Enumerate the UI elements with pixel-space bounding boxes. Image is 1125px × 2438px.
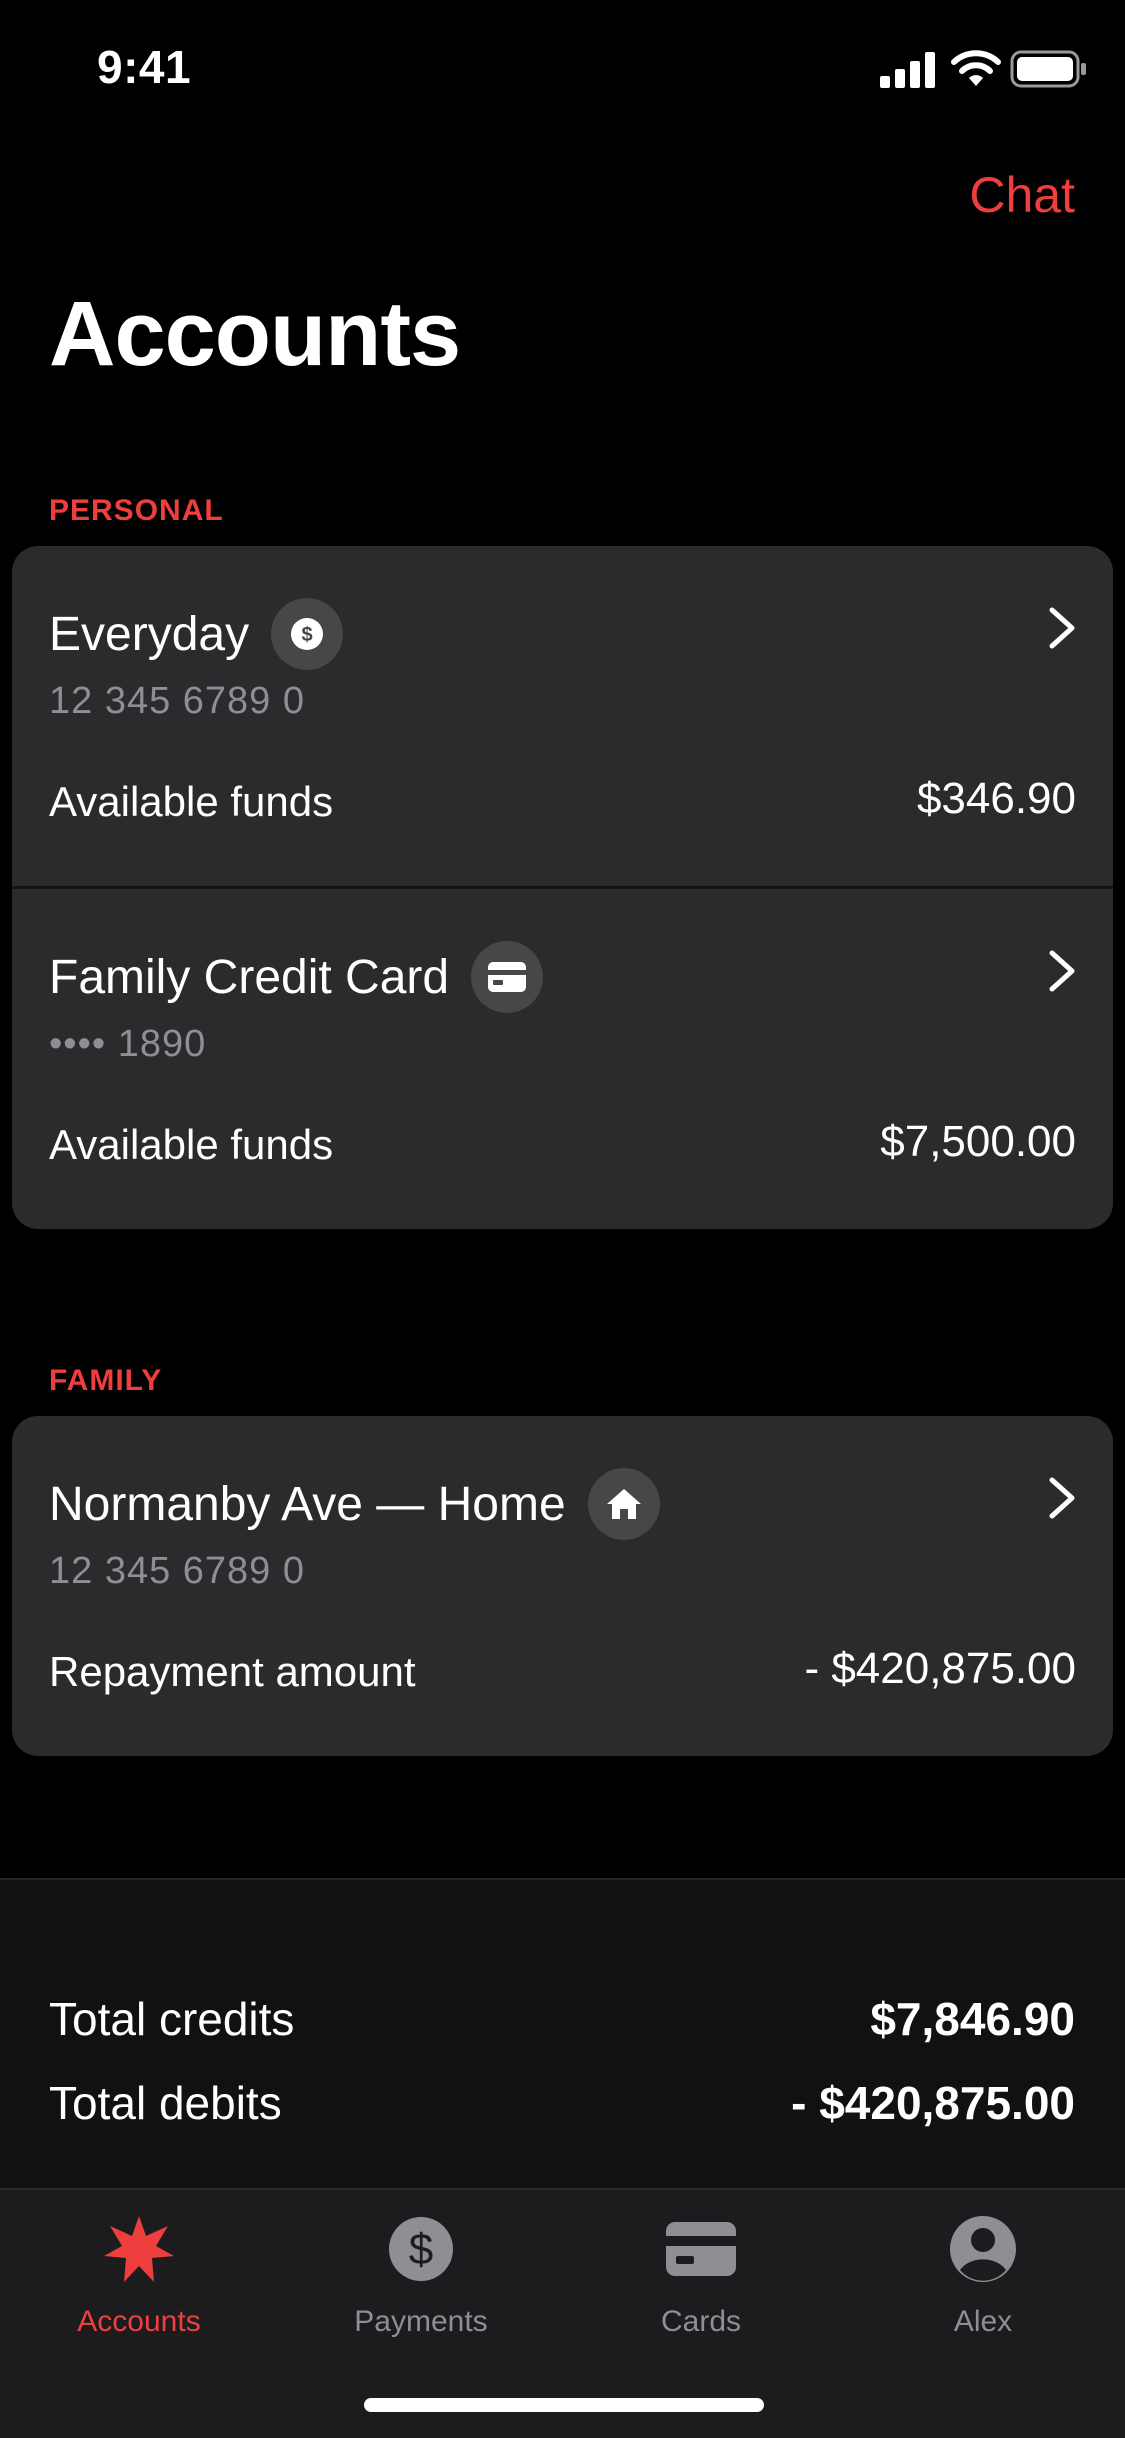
chevron-right-icon <box>1049 1477 1075 1519</box>
tab-profile[interactable]: Alex <box>873 2212 1093 2339</box>
total-credits-value: $7,846.90 <box>870 1993 1075 2045</box>
total-debits-row: Total debits - $420,875.00 <box>49 2076 1075 2130</box>
star-logo-icon <box>104 2216 174 2282</box>
funds-amount: $346.90 <box>916 774 1076 823</box>
tab-label: Alex <box>953 2305 1013 2338</box>
funds-amount: $7,500.00 <box>880 1117 1076 1166</box>
profile-icon <box>950 2216 1016 2282</box>
account-name-row: Normanby Ave — Home <box>49 1468 660 1540</box>
home-icon <box>587 1468 660 1540</box>
account-row-family-credit-card[interactable]: Family Credit Card •••• 1890 Available f… <box>12 886 1113 1229</box>
svg-text:$: $ <box>409 2225 433 2274</box>
section-label-personal: PERSONAL <box>49 494 224 527</box>
chevron-right-icon <box>1049 607 1075 649</box>
personal-accounts-card: Everyday $ 12 345 6789 0 Available funds… <box>12 546 1113 1229</box>
account-row-everyday[interactable]: Everyday $ 12 345 6789 0 Available funds… <box>12 546 1113 886</box>
account-number: •••• 1890 <box>49 1023 207 1065</box>
tab-label: Payments <box>354 2305 488 2338</box>
account-number: 12 345 6789 0 <box>49 1550 306 1592</box>
tab-label: Accounts <box>77 2305 201 2338</box>
chevron-right-icon <box>1049 950 1075 992</box>
repayment-amount: - $420,875.00 <box>804 1644 1076 1693</box>
account-name: Family Credit Card <box>49 950 450 1004</box>
card-icon <box>666 2222 736 2276</box>
tab-label: Cards <box>660 2305 742 2338</box>
dollar-icon: $ <box>271 598 344 670</box>
battery-icon <box>1010 50 1086 88</box>
total-credits-row: Total credits $7,846.90 <box>49 1992 1075 2046</box>
tab-payments[interactable]: $ Payments <box>311 2212 531 2339</box>
page-title: Accounts <box>49 283 461 385</box>
svg-text:$: $ <box>302 624 313 646</box>
family-accounts-card: Normanby Ave — Home 12 345 6789 0 Repaym… <box>12 1416 1113 1756</box>
account-name: Everyday <box>49 607 250 661</box>
account-row-normanby-home[interactable]: Normanby Ave — Home 12 345 6789 0 Repaym… <box>12 1416 1113 1756</box>
funds-label: Available funds <box>49 778 334 825</box>
totals-panel: Total credits $7,846.90 Total debits - $… <box>0 1878 1125 2192</box>
funds-label: Available funds <box>49 1121 334 1168</box>
total-debits-value: - $420,875.00 <box>791 2077 1075 2129</box>
tab-cards[interactable]: Cards <box>591 2212 811 2339</box>
account-number: 12 345 6789 0 <box>49 680 306 722</box>
status-time: 9:41 <box>97 41 192 93</box>
total-credits-label: Total credits <box>49 1993 295 2045</box>
card-icon <box>471 941 544 1013</box>
account-name-row: Family Credit Card <box>49 941 544 1013</box>
account-name: Normanby Ave — Home <box>49 1477 566 1531</box>
total-debits-label: Total debits <box>49 2077 282 2129</box>
home-indicator[interactable] <box>364 2398 764 2412</box>
signal-icon <box>880 52 935 88</box>
section-label-family: FAMILY <box>49 1364 163 1397</box>
dollar-circle-icon: $ <box>389 2217 453 2281</box>
chat-button[interactable]: Chat <box>969 166 1075 224</box>
account-name-row: Everyday $ <box>49 598 344 670</box>
repayment-label: Repayment amount <box>49 1648 416 1695</box>
tab-accounts[interactable]: Accounts <box>29 2212 249 2339</box>
wifi-icon <box>951 50 1001 86</box>
